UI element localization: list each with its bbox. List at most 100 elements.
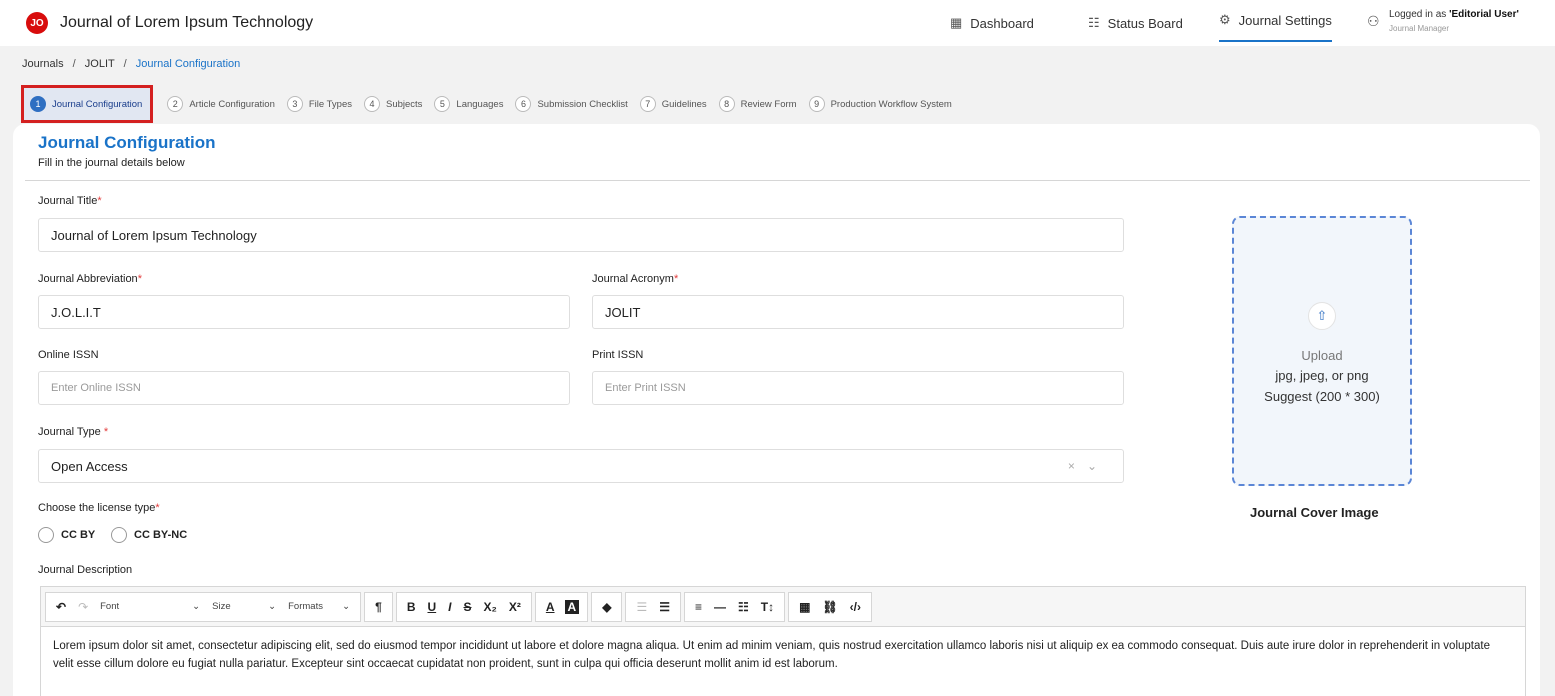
step-journal-configuration[interactable]: 1 Journal Configuration <box>21 85 154 123</box>
step-guidelines[interactable]: 7 Guidelines <box>639 96 707 112</box>
link-icon[interactable]: ⛓ <box>816 600 843 614</box>
step-number: 9 <box>808 96 825 112</box>
logged-in-text[interactable]: Logged in as 'Editorial User' <box>1389 9 1519 20</box>
breadcrumb-separator: / <box>72 58 76 70</box>
journal-abbreviation-input[interactable]: J.O.L.I.T <box>38 295 570 329</box>
radio-button[interactable] <box>111 527 127 543</box>
upload-icon[interactable]: ⇧ <box>1308 302 1336 330</box>
step-submission-checklist[interactable]: 6 Submission Checklist <box>515 96 628 112</box>
journal-acronym-input[interactable]: JOLIT <box>592 295 1124 329</box>
grid-icon: ▦ <box>950 15 963 30</box>
formats-select[interactable]: Formats ⌄ <box>282 601 356 612</box>
indent-icon[interactable]: ☰ <box>653 600 676 614</box>
outdent-icon[interactable]: ☰ <box>630 600 653 614</box>
journal-abbreviation-label: Journal Abbreviation* <box>38 273 142 285</box>
divider <box>25 180 1530 181</box>
required-mark: * <box>137 273 142 285</box>
clear-icon[interactable]: × <box>1068 459 1087 473</box>
online-issn-label: Online ISSN <box>38 349 99 361</box>
italic-icon[interactable]: I <box>442 600 457 614</box>
line-height-icon[interactable]: T↕ <box>755 600 780 614</box>
required-mark: * <box>103 426 109 438</box>
step-number: 4 <box>363 96 380 112</box>
radio-button[interactable] <box>38 527 54 543</box>
journal-type-value: Open Access <box>51 458 128 474</box>
nav-status-board[interactable]: ☷ Status Board <box>1088 0 1183 46</box>
print-issn-input[interactable]: Enter Print ISSN <box>592 371 1124 405</box>
journal-logo[interactable]: JO <box>26 12 48 34</box>
user-name: 'Editorial User' <box>1449 9 1519 20</box>
step-languages[interactable]: 5 Languages <box>434 96 503 112</box>
font-select-label: Font <box>100 601 120 612</box>
eraser-icon[interactable]: ◆ <box>596 600 617 614</box>
step-subjects[interactable]: 4 Subjects <box>363 96 422 112</box>
configuration-card: Journal Configuration Fill in the journa… <box>13 124 1540 696</box>
license-radio-cc-by-nc[interactable]: CC BY-NC <box>111 527 187 543</box>
undo-icon[interactable]: ↶ <box>50 600 72 614</box>
step-number: 2 <box>167 96 184 112</box>
size-select-label: Size <box>212 601 231 612</box>
upload-text: Upload <box>1301 348 1343 363</box>
align-left-icon[interactable]: ≡ <box>689 600 708 614</box>
step-file-types[interactable]: 3 File Types <box>286 96 352 112</box>
journal-abbreviation-label-text: Journal Abbreviation <box>38 273 138 285</box>
online-issn-input[interactable]: Enter Online ISSN <box>38 371 570 405</box>
list-icon[interactable]: ☷ <box>732 600 755 614</box>
font-select[interactable]: Font ⌄ <box>94 601 206 612</box>
insert-group: ▦ ⛓ ‹/› <box>788 591 872 622</box>
subscript-icon[interactable]: X₂ <box>478 600 503 614</box>
board-icon: ☷ <box>1088 15 1100 30</box>
cover-image-upload[interactable]: ⇧ Upload jpg, jpeg, or png Suggest (200 … <box>1232 216 1412 486</box>
strikethrough-icon[interactable]: S <box>458 600 478 614</box>
radio-label: CC BY-NC <box>134 529 188 541</box>
text-style-group: B U I S X₂ X² <box>395 591 532 622</box>
superscript-icon[interactable]: X² <box>503 600 527 614</box>
required-mark: * <box>155 502 160 514</box>
bold-icon[interactable]: B <box>401 600 422 614</box>
nav-dashboard[interactable]: ▦ Dashboard <box>950 0 1034 46</box>
horizontal-rule-icon[interactable]: — <box>708 600 732 614</box>
size-select[interactable]: Size ⌄ <box>206 601 282 612</box>
underline-icon[interactable]: U <box>421 600 442 614</box>
upload-formats: jpg, jpeg, or png <box>1275 368 1369 383</box>
user-icon[interactable]: ⚇ <box>1367 13 1380 30</box>
color-group: A A <box>534 591 589 622</box>
font-color-icon[interactable]: A <box>540 600 561 614</box>
license-type-label-text: Choose the license type <box>38 502 156 514</box>
journal-acronym-label-text: Journal Acronym <box>592 273 674 285</box>
journal-title-label: Journal Title* <box>38 195 102 207</box>
step-number: 6 <box>515 96 532 112</box>
paragraph-group: ¶ <box>364 591 393 622</box>
top-bar: JO Journal of Lorem Ipsum Technology ▦ D… <box>0 0 1555 46</box>
breadcrumb-journals[interactable]: Journals <box>22 58 64 70</box>
cover-image-label: Journal Cover Image <box>1250 505 1379 520</box>
history-group: ↶ ↷ Font ⌄ Size ⌄ Formats ⌄ <box>45 591 362 622</box>
highlight-color-icon[interactable]: A <box>564 599 580 614</box>
required-mark: * <box>673 273 679 285</box>
code-view-icon[interactable]: ‹/› <box>844 600 867 614</box>
journal-type-label-text: Journal Type <box>38 426 101 438</box>
step-label: Review Form <box>740 98 797 110</box>
license-radio-cc-by[interactable]: CC BY <box>38 527 95 543</box>
paragraph-icon[interactable]: ¶ <box>369 600 388 614</box>
editor-content[interactable]: Lorem ipsum dolor sit amet, consectetur … <box>41 627 1525 683</box>
chevron-down-icon[interactable]: ⌄ <box>1087 459 1109 473</box>
editor-toolbar: ↶ ↷ Font ⌄ Size ⌄ Formats ⌄ ¶ B U I S X₂ X²… <box>41 587 1525 627</box>
step-production-workflow-system[interactable]: 9 Production Workflow System <box>808 96 952 112</box>
step-article-configuration[interactable]: 2 Article Configuration <box>167 96 275 112</box>
journal-type-select[interactable]: Open Access ×⌄ <box>38 449 1124 483</box>
breadcrumb-separator: / <box>123 58 127 70</box>
app-title[interactable]: Journal of Lorem Ipsum Technology <box>60 14 313 32</box>
formats-select-label: Formats <box>288 601 323 612</box>
table-icon[interactable]: ▦ <box>793 600 816 614</box>
step-label: Submission Checklist <box>537 98 628 110</box>
nav-journal-settings[interactable]: ⚙ Journal Settings <box>1219 0 1332 42</box>
redo-icon[interactable]: ↷ <box>72 600 94 614</box>
step-number: 8 <box>718 96 735 112</box>
step-number: 5 <box>434 96 451 112</box>
breadcrumb-jolit[interactable]: JOLIT <box>85 58 115 70</box>
step-number: 1 <box>30 96 46 112</box>
step-review-form[interactable]: 8 Review Form <box>718 96 797 112</box>
journal-title-input[interactable]: Journal of Lorem Ipsum Technology <box>38 218 1124 252</box>
nav-status-board-label: Status Board <box>1107 15 1183 31</box>
